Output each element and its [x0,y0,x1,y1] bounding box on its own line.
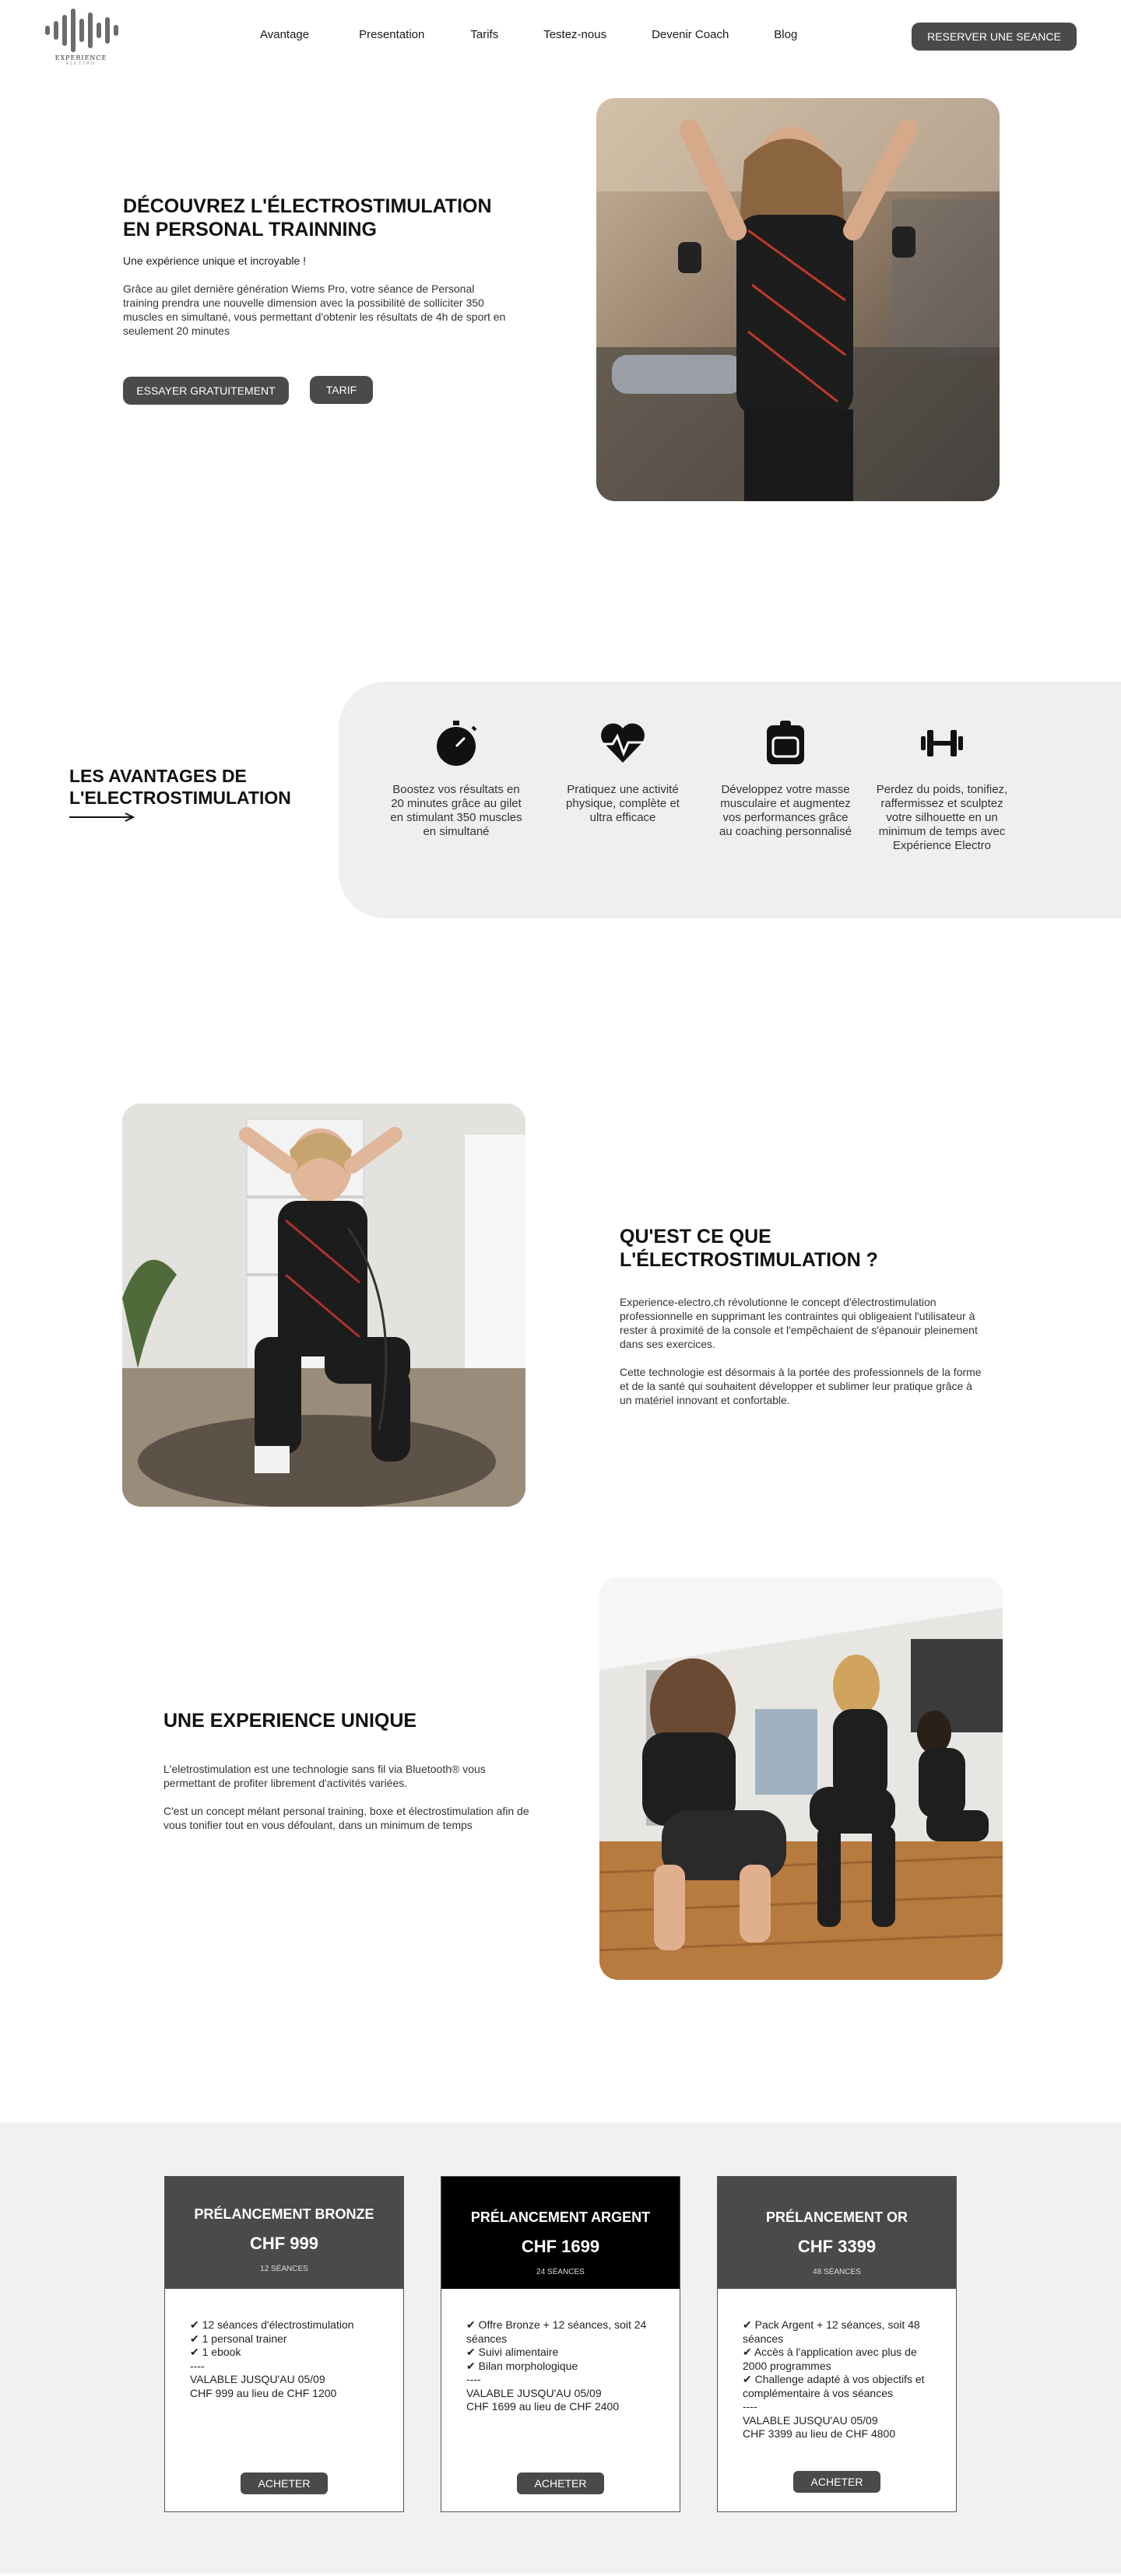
nav-avantage[interactable]: Avantage [260,28,309,41]
plan-price: CHF 3399 [797,2237,877,2256]
plan-name: PRÉLANCEMENT BRONZE [194,2206,374,2222]
plan-details: ✔ 12 séances d'électrostimulation ✔ 1 pe… [190,2318,354,2399]
plan-price: CHF 1699 [521,2237,600,2256]
plan-name: PRÉLANCEMENT ARGENT [470,2209,651,2225]
arrow-right-icon [69,812,135,822]
hero-title: DÉCOUVREZ L'ÉLECTROSTIMULATION EN PERSON… [123,195,492,240]
nav-presentation[interactable]: Presentation [359,28,424,41]
hero-lead: Une expérience unique et incroyable ! [123,254,307,267]
reserve-session-button[interactable]: RESERVER UNE SEANCE [912,23,1077,51]
pricing-card-body: ✔ 12 séances d'électrostimulation ✔ 1 pe… [165,2289,403,2400]
logo-waveform-icon [45,8,128,53]
what-is-paragraph: Experience-electro.ch révolutionne le co… [620,1296,978,1350]
plan-sessions: 48 SÉANCES [813,2268,861,2276]
advantage-item: Pratiquez une activité physique, complèt… [554,719,691,825]
main-nav: Avantage Presentation Tarifs Testez-nous… [260,28,797,41]
what-is-title: QU'EST CE QUE L'ÉLECTROSTIMULATION ? [620,1226,878,1271]
advantage-text: Développez votre masse musculaire et aug… [719,783,852,838]
pricing-card-body: ✔ Offre Bronze + 12 séances, soit 24 séa… [441,2289,680,2414]
what-is-paragraph: Cette technologie est désormais à la por… [620,1366,982,1406]
logo-text: EXPERIENCE [54,54,107,61]
advantage-item: Perdez du poids, tonifiez, raffermissez … [873,719,1010,853]
site-logo[interactable]: EXPERIENCE ELECTRO [42,8,128,70]
logo-subtext: ELECTRO [66,61,96,66]
nav-tarifs[interactable]: Tarifs [470,28,498,41]
heartbeat-icon [600,723,645,763]
advantage-item: Développez votre masse musculaire et aug… [717,719,854,839]
hero-body: Grâce au gilet dernière génération Wiems… [123,283,506,337]
nav-devenir-coach[interactable]: Devenir Coach [652,28,729,41]
advantage-text: Pratiquez une activité physique, complèt… [566,783,680,824]
advantage-item: Boostez vos résultats en 20 minutes grâc… [388,719,525,839]
pricing-card-header: PRÉLANCEMENT OR CHF 3399 48 SÉANCES [718,2177,956,2289]
advantage-text: Boostez vos résultats en 20 minutes grâc… [390,783,522,838]
scale-icon [767,721,804,764]
plan-price: CHF 999 [249,2234,319,2253]
nav-blog[interactable]: Blog [774,28,797,41]
nav-testez-nous[interactable]: Testez-nous [543,28,606,41]
buy-button[interactable]: ACHETER [793,2471,880,2493]
tarif-button[interactable]: TARIF [310,376,373,404]
hero-photo-woman-ems-suit [596,98,1000,501]
pricing-card-body: ✔ Pack Argent + 12 séances, soit 48 séan… [718,2289,956,2441]
plan-name: PRÉLANCEMENT OR [765,2209,908,2225]
plan-details: ✔ Offre Bronze + 12 séances, soit 24 séa… [466,2318,647,2413]
stopwatch-icon [437,721,477,766]
unique-paragraph: C'est un concept mélant personal trainin… [163,1805,529,1831]
photo-woman-lunge-ems [122,1104,525,1507]
pricing-card-header: PRÉLANCEMENT ARGENT CHF 1699 24 SÉANCES [441,2177,680,2289]
pricing-card-argent: PRÉLANCEMENT ARGENT CHF 1699 24 SÉANCES … [441,2176,680,2512]
pricing-card-bronze: PRÉLANCEMENT BRONZE CHF 999 12 SÉANCES ✔… [164,2176,404,2512]
pricing-card-header: PRÉLANCEMENT BRONZE CHF 999 12 SÉANCES [165,2177,403,2289]
try-free-button[interactable]: ESSAYER GRATUITEMENT [123,377,289,405]
pricing-card-or: PRÉLANCEMENT OR CHF 3399 48 SÉANCES ✔ Pa… [717,2176,957,2512]
unique-paragraph: L'eletrostimulation est une technologie … [163,1763,486,1789]
buy-button[interactable]: ACHETER [517,2472,604,2494]
dumbbell-icon [921,730,963,756]
plan-sessions: 12 SÉANCES [260,2265,308,2273]
plan-sessions: 24 SÉANCES [536,2268,585,2276]
unique-title: UNE EXPERIENCE UNIQUE [163,1710,417,1732]
plan-details: ✔ Pack Argent + 12 séances, soit 48 séan… [743,2318,925,2440]
advantage-text: Perdez du poids, tonifiez, raffermissez … [876,783,1008,852]
advantages-title: LES AVANTAGES DE L'ELECTROSTIMULATION [69,766,291,808]
photo-group-squat-class [599,1577,1003,1980]
buy-button[interactable]: ACHETER [241,2472,328,2494]
